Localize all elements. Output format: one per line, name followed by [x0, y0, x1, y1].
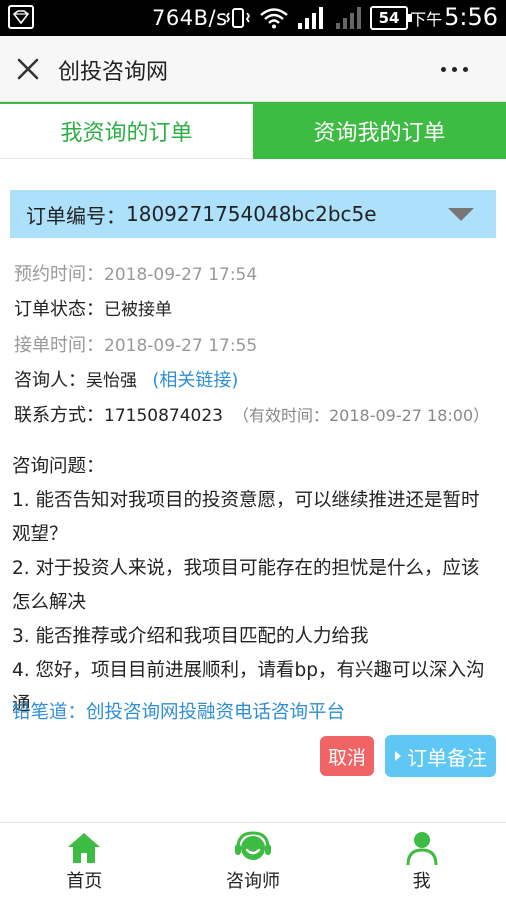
- question-title: 咨询问题：: [12, 456, 105, 477]
- order-tabs: 我资询的订单 资询我的订单: [0, 102, 506, 159]
- home-icon: [68, 833, 101, 863]
- order-note-button[interactable]: 订单备注: [385, 735, 496, 777]
- contact-row: 联系方式：17150874023 （有效时间：2018-09-27 18:00）: [14, 405, 490, 426]
- cancel-button[interactable]: 取消: [320, 736, 374, 776]
- vibrate-icon: [225, 8, 251, 28]
- order-status-row: 订单状态：已被接单: [14, 299, 172, 320]
- order-status: 已被接单: [104, 300, 172, 320]
- clock: 下午5:56: [410, 3, 498, 31]
- order-number: 1809271754048bc2bc5e: [126, 202, 377, 226]
- tab-consulted-me-orders[interactable]: 资询我的订单: [253, 102, 506, 159]
- nav-item-me[interactable]: 我: [337, 823, 506, 900]
- more-menu-icon[interactable]: [441, 67, 468, 72]
- contact-phone[interactable]: 17150874023: [104, 406, 223, 426]
- order-number-label: 订单编号：: [26, 203, 126, 228]
- signal-2-icon: [336, 7, 361, 29]
- platform-link[interactable]: 铅笔道：创投咨询网投融资电话咨询平台: [12, 698, 345, 724]
- status-bar: 764B/s 54 下午5:56: [0, 0, 506, 36]
- nav-item-home[interactable]: 首页: [0, 823, 169, 900]
- question-item: 3. 能否推荐或介绍和我项目匹配的人力给我: [12, 626, 369, 647]
- consultant-row: 咨询人：吴怡强 (相关链接): [14, 370, 239, 391]
- accept-time: 2018-09-27 17:55: [104, 336, 258, 356]
- question-section: 咨询问题： 1. 能否告知对我项目的投资意愿，可以继续推进还是暂时观望？ 2. …: [12, 450, 498, 722]
- order-number-bar[interactable]: 订单编号： 1809271754048bc2bc5e: [10, 190, 496, 238]
- reserve-time-row: 预约时间：2018-09-27 17:54: [14, 264, 258, 285]
- related-link[interactable]: (相关链接): [152, 370, 238, 391]
- accept-time-row: 接单时间：2018-09-27 17:55: [14, 335, 258, 356]
- bottom-nav: 首页 咨询师 我: [0, 822, 506, 900]
- close-icon[interactable]: [16, 57, 40, 81]
- question-item: 2. 对于投资人来说，我项目可能存在的担忧是什么，应该怎么解决: [12, 558, 480, 613]
- page-title: 创投咨询网: [58, 60, 169, 85]
- dropdown-caret-icon[interactable]: [448, 208, 474, 221]
- user-icon: [406, 832, 438, 865]
- app-header: 创投咨询网: [0, 36, 506, 102]
- headset-icon: [235, 831, 271, 860]
- consultant-name: 吴怡强: [86, 371, 137, 391]
- reserve-time: 2018-09-27 17:54: [104, 265, 258, 285]
- arrow-right-icon: [395, 751, 401, 761]
- network-speed: 764B/s: [152, 6, 228, 30]
- valid-time: （有效时间：2018-09-27 18:00）: [232, 406, 490, 425]
- battery-icon: 54: [370, 6, 412, 30]
- app-notification-icon: [8, 5, 34, 29]
- tab-my-consult-orders[interactable]: 我资询的订单: [0, 102, 253, 159]
- signal-icon: [298, 7, 323, 29]
- wifi-icon: [260, 8, 288, 29]
- question-item: 1. 能否告知对我项目的投资意愿，可以继续推进还是暂时观望？: [12, 490, 480, 545]
- nav-item-consultant[interactable]: 咨询师: [169, 823, 338, 900]
